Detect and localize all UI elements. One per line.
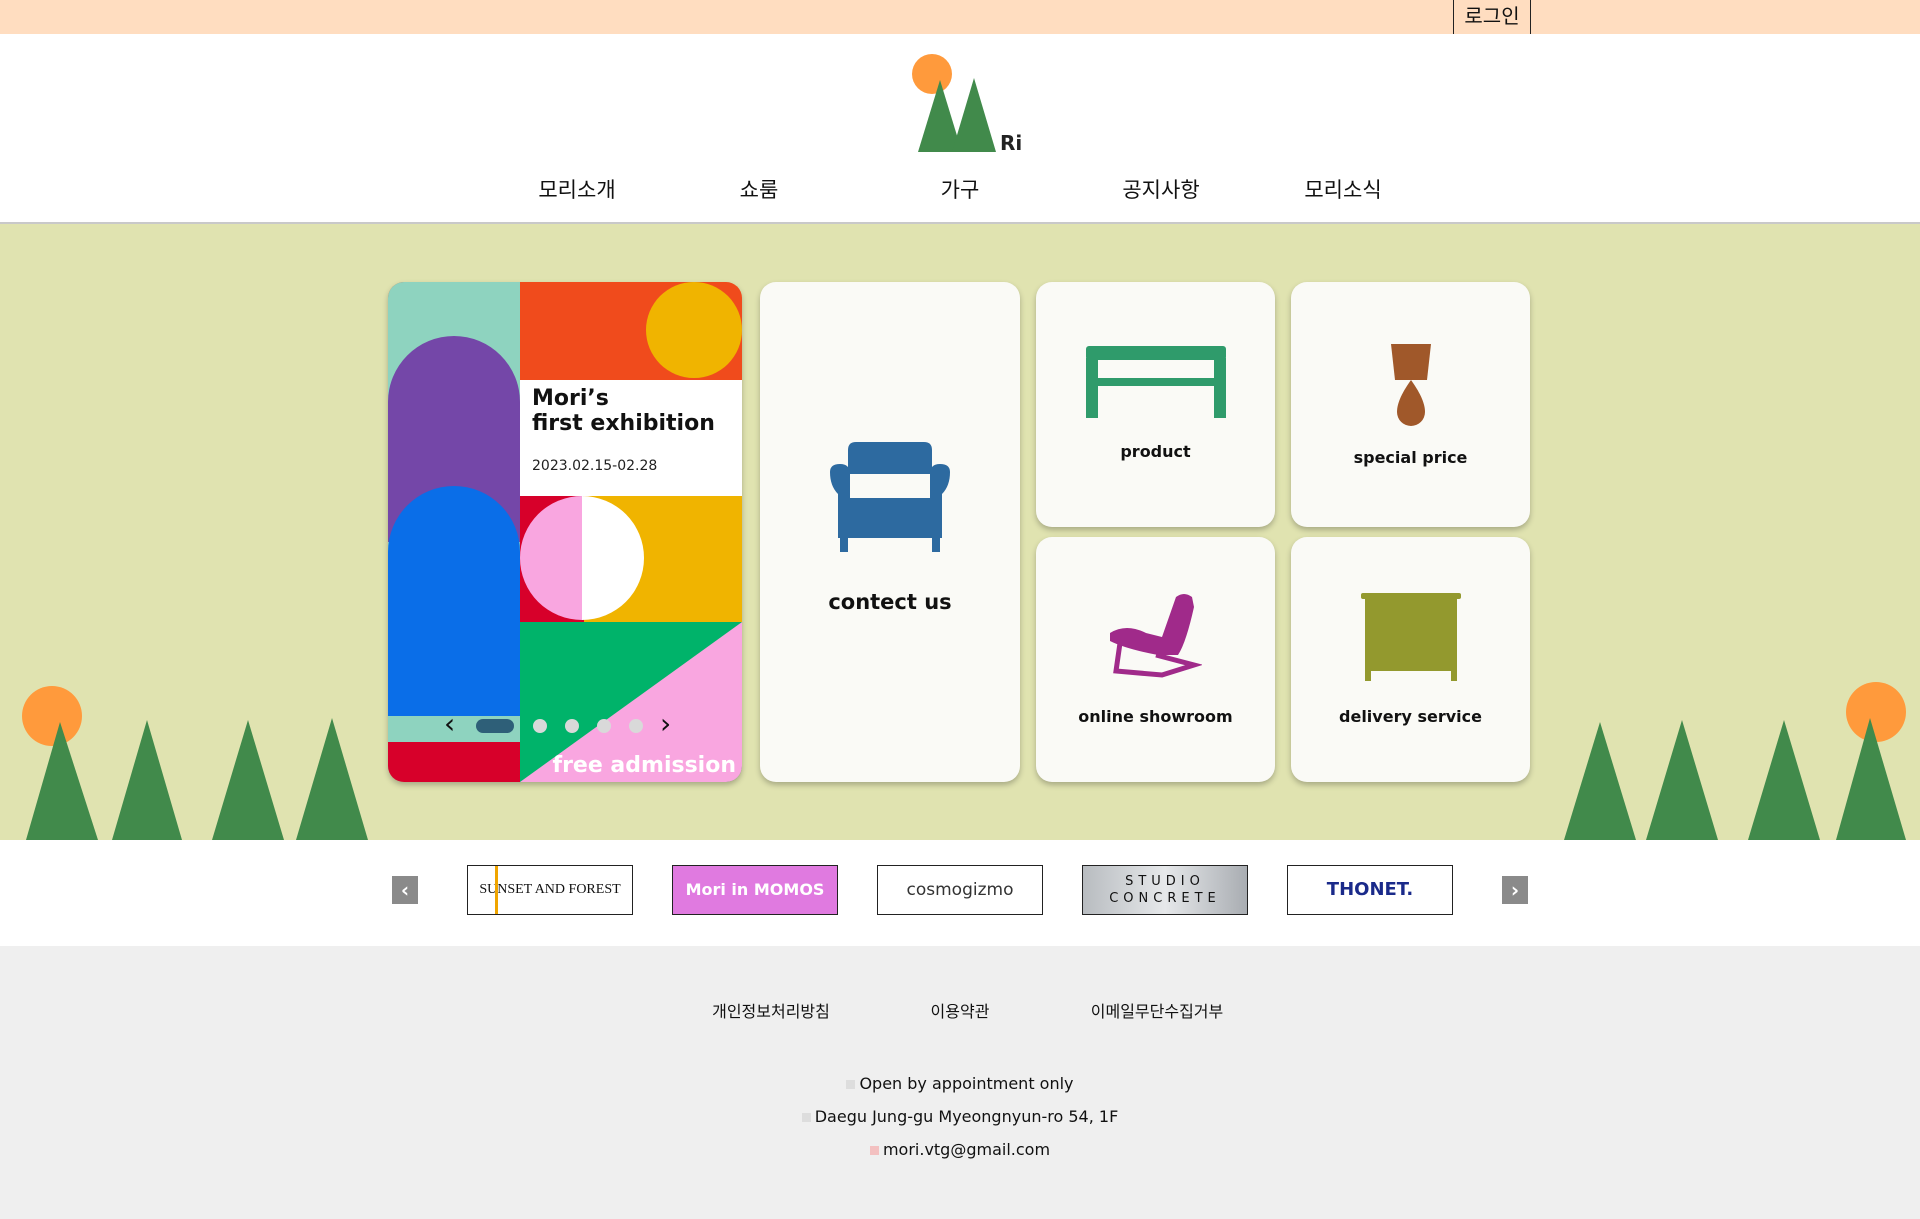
slide-dot[interactable] <box>597 719 611 733</box>
special-price-card-label: special price <box>1353 448 1468 467</box>
logo-sun-icon <box>912 54 952 94</box>
tree-icon <box>212 720 284 840</box>
clock-icon <box>846 1080 856 1089</box>
sun-icon <box>1846 682 1906 742</box>
tree-icon <box>1564 722 1636 840</box>
tree-icon <box>1646 720 1718 840</box>
partner-sunset-and-forest[interactable]: SUNSET AND FOREST <box>467 865 633 915</box>
slide-dot-active[interactable] <box>476 719 514 733</box>
partner-thonet[interactable]: THONET. <box>1287 865 1453 915</box>
chevron-right-icon[interactable]: › <box>660 710 671 738</box>
nav-item-notice[interactable]: 공지사항 <box>1122 174 1199 204</box>
contact-card-label: contect us <box>828 590 952 614</box>
tree-icon <box>1836 718 1906 840</box>
special-price-card[interactable]: special price <box>1291 282 1530 527</box>
online-showroom-card[interactable]: online showroom <box>1036 537 1275 782</box>
slide-dot[interactable] <box>565 719 579 733</box>
partner-next-button[interactable]: › <box>1502 876 1528 904</box>
banner-date: 2023.02.15-02.28 <box>532 458 658 474</box>
table-icon <box>1086 346 1226 418</box>
cabinet-icon <box>1361 593 1461 681</box>
footer-address: Daegu Jung-gu Myeongnyun-ro 54, 1F <box>0 1107 1920 1126</box>
footer-email: mori.vtg@gmail.com <box>0 1140 1920 1159</box>
terms-of-use-link[interactable]: 이용약관 <box>931 998 990 1022</box>
footer-hours-text: Open by appointment only <box>859 1074 1074 1093</box>
footer-hours: Open by appointment only <box>0 1074 1920 1093</box>
lounge-chair-icon <box>1110 594 1202 678</box>
nav-item-news[interactable]: 모리소식 <box>1304 174 1381 204</box>
slide-dot[interactable] <box>533 719 547 733</box>
footer-address-text: Daegu Jung-gu Myeongnyun-ro 54, 1F <box>814 1107 1119 1126</box>
forest-left-illustration <box>22 686 368 840</box>
partner-mori-in-momos[interactable]: Mori in MOMOS <box>672 865 838 915</box>
product-card-label: product <box>1120 442 1191 461</box>
nav-item-about[interactable]: 모리소개 <box>538 174 615 204</box>
exhibition-banner[interactable]: Mori’s first exhibition 2023.02.15-02.28… <box>388 282 742 782</box>
mori-logo[interactable]: Ri <box>908 44 1028 154</box>
email-refusal-link[interactable]: 이메일무단수집거부 <box>1091 998 1223 1022</box>
logo-text: Ri <box>1000 131 1022 154</box>
banner-free-admission: free admission <box>552 753 737 778</box>
footer-email-text[interactable]: mori.vtg@gmail.com <box>883 1140 1050 1159</box>
chevron-left-icon[interactable]: ‹ <box>444 710 455 738</box>
tree-icon <box>1748 720 1820 840</box>
main-nav: 모리소개 쇼룸 가구 공지사항 모리소식 <box>0 174 1920 214</box>
slide-dot[interactable] <box>629 719 643 733</box>
tree-icon <box>112 720 182 840</box>
top-bar: 로그인 <box>0 0 1920 34</box>
sun-icon <box>22 686 82 746</box>
armchair-icon <box>830 442 950 552</box>
partner-prev-button[interactable]: ‹ <box>392 876 418 904</box>
nav-item-furniture[interactable]: 가구 <box>941 174 980 204</box>
forest-right-illustration <box>1564 682 1906 840</box>
online-showroom-card-label: online showroom <box>1078 707 1233 726</box>
lamp-icon <box>1391 344 1431 426</box>
partner-strip: ‹ SUNSET AND FOREST Mori in MOMOS cosmog… <box>0 840 1920 946</box>
mail-icon <box>869 1146 879 1155</box>
tree-icon <box>296 718 368 840</box>
site-header: Ri 모리소개 쇼룸 가구 공지사항 모리소식 <box>0 34 1920 224</box>
partner-studio-concrete[interactable]: STUDIO CONCRETE <box>1082 865 1248 915</box>
banner-artwork <box>388 282 742 782</box>
delivery-service-card[interactable]: delivery service <box>1291 537 1530 782</box>
product-card[interactable]: product <box>1036 282 1275 527</box>
privacy-policy-link[interactable]: 개인정보처리방침 <box>712 998 830 1022</box>
site-footer: 개인정보처리방침 이용약관 이메일무단수집거부 Open by appointm… <box>0 946 1920 1219</box>
nav-item-showroom[interactable]: 쇼룸 <box>740 174 779 204</box>
logo-tree-icon <box>952 78 996 152</box>
contact-card[interactable]: contect us <box>760 282 1020 782</box>
partner-cosmogizmo[interactable]: cosmogizmo <box>877 865 1043 915</box>
location-icon <box>801 1113 811 1122</box>
banner-title: Mori’s first exhibition <box>532 386 715 436</box>
delivery-service-card-label: delivery service <box>1339 707 1482 726</box>
login-button[interactable]: 로그인 <box>1453 0 1531 34</box>
partner-accent-line <box>495 866 498 914</box>
